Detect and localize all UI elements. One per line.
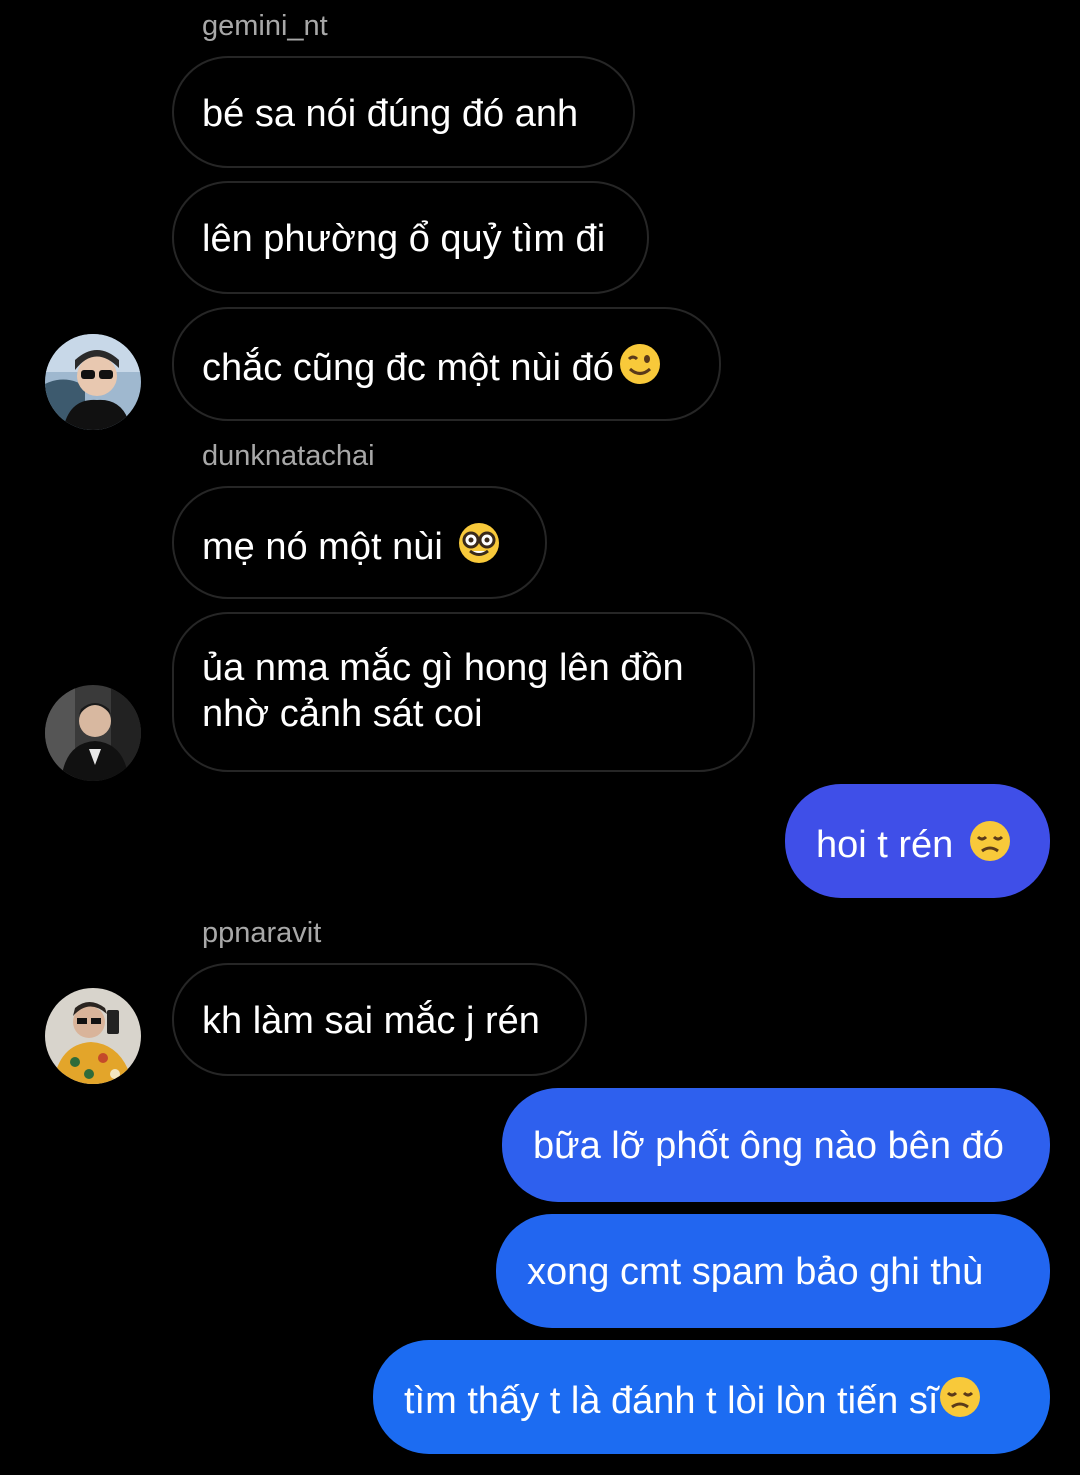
message-bubble[interactable]: lên phường ổ quỷ tìm đi [172, 181, 649, 294]
message-text: chắc cũng đc một nùi đó [202, 347, 614, 389]
disappointed-face-icon [968, 819, 1012, 874]
avatar[interactable] [45, 685, 141, 781]
message-bubble[interactable]: xong cmt spam bảo ghi thù [496, 1214, 1050, 1328]
message-text: ủa nma mắc gì hong lên đồn nhờ cảnh sát … [202, 647, 684, 735]
sender-name: ppnaravit [202, 917, 322, 949]
message-text: xong cmt spam bảo ghi thù [527, 1251, 984, 1293]
message-bubble[interactable]: kh làm sai mắc j rén [172, 963, 587, 1076]
avatar-image [45, 685, 141, 781]
nerd-face-icon [457, 521, 501, 576]
sender-name: dunknatachai [202, 440, 375, 472]
message-bubble[interactable]: bé sa nói đúng đó anh [172, 56, 635, 168]
message-bubble[interactable]: tìm thấy t là đánh t lòi lòn tiến sĩ [373, 1340, 1050, 1454]
message-bubble[interactable]: ủa nma mắc gì hong lên đồn nhờ cảnh sát … [172, 612, 755, 772]
message-text: lên phường ổ quỷ tìm đi [202, 218, 606, 260]
avatar-image [45, 334, 141, 430]
avatar[interactable] [45, 334, 141, 430]
avatar[interactable] [45, 988, 141, 1084]
message-text: tìm thấy t là đánh t lòi lòn tiến sĩ [404, 1380, 939, 1422]
message-bubble[interactable]: bữa lỡ phốt ông nào bên đó [502, 1088, 1050, 1202]
message-text: mẹ nó một nùi [202, 526, 454, 568]
message-bubble[interactable]: hoi t rén [785, 784, 1050, 898]
message-text: bé sa nói đúng đó anh [202, 93, 579, 135]
avatar-image [45, 988, 141, 1084]
message-text: kh làm sai mắc j rén [202, 1000, 540, 1042]
sender-name: gemini_nt [202, 10, 328, 42]
message-text: hoi t rén [816, 824, 964, 866]
message-bubble[interactable]: chắc cũng đc một nùi đó [172, 307, 721, 421]
message-bubble[interactable]: mẹ nó một nùi [172, 486, 547, 599]
winking-face-icon [618, 342, 662, 397]
message-text: bữa lỡ phốt ông nào bên đó [533, 1125, 1004, 1167]
disappointed-face-icon [938, 1375, 982, 1430]
